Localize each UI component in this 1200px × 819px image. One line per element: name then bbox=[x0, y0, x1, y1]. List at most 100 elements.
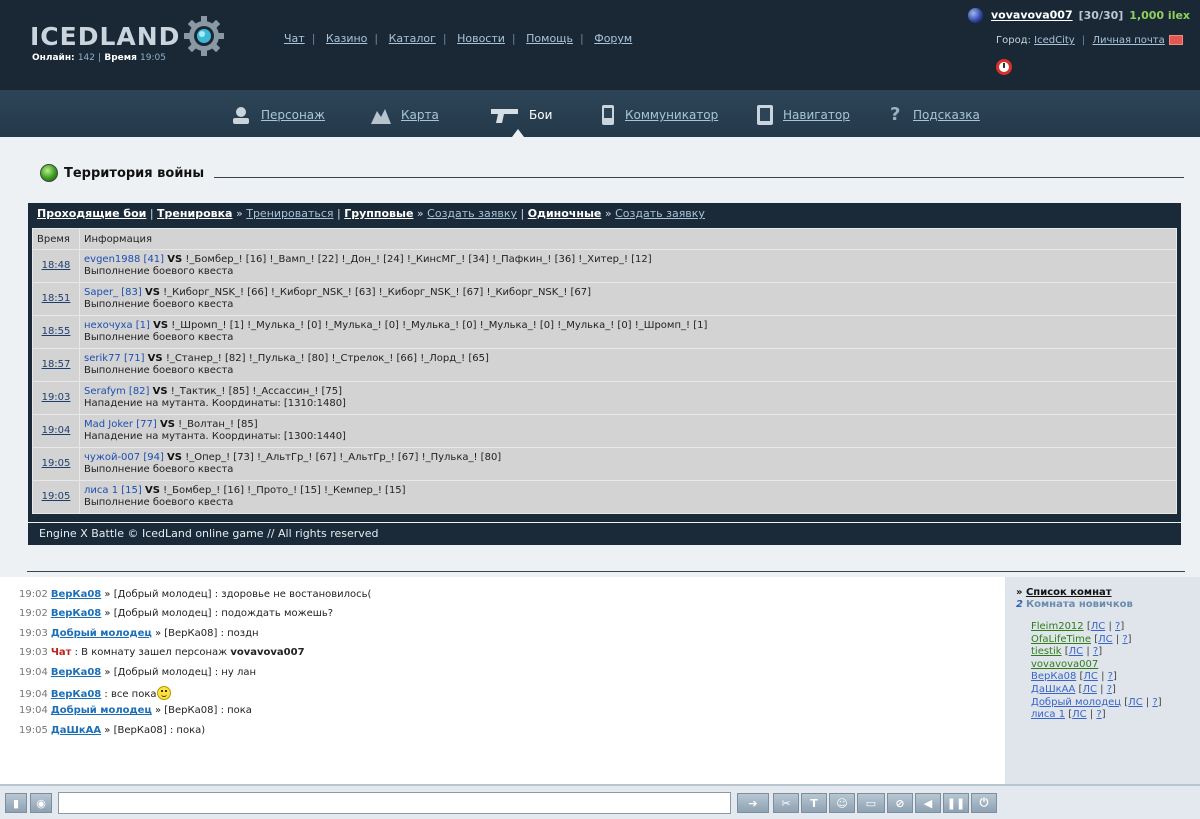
link-chat[interactable]: Чат bbox=[284, 32, 305, 45]
room-user-name[interactable]: OfaLifeTime bbox=[1031, 634, 1091, 645]
link-single-create[interactable]: Создать заявку bbox=[615, 207, 705, 220]
battle-time-link[interactable]: 18:57 bbox=[42, 359, 71, 370]
user-info-link[interactable]: ? bbox=[1122, 634, 1127, 645]
room-user: vovavova007 bbox=[1031, 659, 1200, 672]
battle-description: Выполнение боевого квеста bbox=[84, 365, 234, 376]
attacker[interactable]: чужой-007 [94] bbox=[84, 452, 164, 463]
battle-description: Нападение на мутанта. Координаты: [1310:… bbox=[84, 398, 346, 409]
private-message-link[interactable]: ЛС bbox=[1128, 697, 1143, 708]
link-news[interactable]: Новости bbox=[457, 32, 505, 45]
nav-navigator[interactable]: Навигатор bbox=[756, 104, 850, 126]
nav-character[interactable]: Персонаж bbox=[230, 104, 325, 126]
message-nick[interactable]: Добрый молодец bbox=[51, 628, 152, 639]
battle-time-link[interactable]: 18:51 bbox=[42, 293, 71, 304]
table-row: 19:05 лиса 1 [15] VS !_Бомбер_! [16] !_Пр… bbox=[32, 480, 1177, 514]
link-forum[interactable]: Форум bbox=[594, 32, 632, 45]
user-info-link[interactable]: ? bbox=[1096, 709, 1101, 720]
message-nick[interactable]: ВерКа08 bbox=[51, 667, 101, 678]
nav-help[interactable]: ? Подсказка bbox=[890, 104, 980, 126]
tab-training[interactable]: Тренировка bbox=[157, 207, 232, 220]
user-info-link[interactable]: ? bbox=[1107, 684, 1112, 695]
battle-info-cell: лиса 1 [15] VS !_Бомбер_! [16] !_Прото_!… bbox=[79, 480, 1177, 514]
message-nick[interactable]: ВерКа08 bbox=[51, 689, 101, 700]
link-group-create[interactable]: Создать заявку bbox=[427, 207, 517, 220]
battle-time-link[interactable]: 19:05 bbox=[42, 458, 71, 469]
room-user-name[interactable]: Fleim2012 bbox=[1031, 621, 1084, 632]
user-info-link[interactable]: ? bbox=[1115, 621, 1120, 632]
battle-time-cell: 19:05 bbox=[32, 480, 80, 514]
room-user-name[interactable]: vovavova007 bbox=[1031, 659, 1098, 670]
map-icon bbox=[371, 109, 391, 124]
nav-communicator[interactable]: Коммуникатор bbox=[600, 104, 718, 126]
user-info-link[interactable]: ? bbox=[1108, 671, 1113, 682]
translit-icon[interactable]: T bbox=[801, 793, 827, 813]
private-icon[interactable]: ◉ bbox=[30, 793, 52, 813]
nav-battles[interactable]: Бои bbox=[490, 104, 552, 126]
user-info-link[interactable]: ? bbox=[1093, 646, 1098, 657]
attacker[interactable]: Mad Joker [77] bbox=[84, 419, 157, 430]
private-message-link[interactable]: ЛС bbox=[1083, 671, 1098, 682]
nav-label: Коммуникатор bbox=[625, 108, 719, 122]
block-icon[interactable]: ⊘ bbox=[887, 793, 913, 813]
attacker[interactable]: serik77 [71] bbox=[84, 353, 144, 364]
user-info-icon[interactable]: ▮ bbox=[5, 793, 27, 813]
battle-time-link[interactable]: 18:55 bbox=[42, 326, 71, 337]
room-user-name[interactable]: ВерКа08 bbox=[1031, 671, 1076, 682]
power-icon[interactable]: ⏻ bbox=[971, 793, 997, 813]
send-icon[interactable]: ➔ bbox=[737, 793, 769, 813]
city-link[interactable]: IcedCity bbox=[1034, 35, 1075, 46]
scissors-icon[interactable]: ✂ bbox=[773, 793, 799, 813]
message-nick[interactable]: ВерКа08 bbox=[51, 589, 101, 600]
screen-icon[interactable]: ▭ bbox=[857, 793, 885, 813]
battle-time-link[interactable]: 18:48 bbox=[42, 260, 71, 271]
private-message-link[interactable]: ЛС bbox=[1098, 634, 1113, 645]
private-message-link[interactable]: ЛС bbox=[1072, 709, 1087, 720]
tab-single[interactable]: Одиночные bbox=[528, 207, 602, 220]
tab-group[interactable]: Групповые bbox=[344, 207, 413, 220]
chat-message-input[interactable] bbox=[58, 792, 731, 814]
private-message-link[interactable]: ЛС bbox=[1082, 684, 1097, 695]
attacker[interactable]: Saper_ [83] bbox=[84, 287, 142, 298]
room-user-name[interactable]: tiestik bbox=[1031, 646, 1062, 657]
user-location: Город: IcedCity | Личная почта bbox=[996, 35, 1183, 46]
nav-map[interactable]: Карта bbox=[370, 104, 439, 126]
room-user-name[interactable]: ДаШкАА bbox=[1031, 684, 1075, 695]
room-name: Комната новичков bbox=[1025, 599, 1133, 610]
message-nick[interactable]: Добрый молодец bbox=[51, 705, 152, 716]
attacker[interactable]: evgen1988 [41] bbox=[84, 254, 164, 265]
battle-time-link[interactable]: 19:03 bbox=[42, 392, 71, 403]
message-time: 19:02 bbox=[19, 608, 48, 620]
rooms-panel: » Список комнат 2 Комната новичков Fleim2… bbox=[1005, 577, 1200, 784]
vs-label: VS bbox=[159, 419, 175, 430]
username-link[interactable]: vovavova007 bbox=[991, 9, 1073, 22]
volume-icon[interactable]: ◀ bbox=[915, 793, 941, 813]
message-nick[interactable]: ДаШкАА bbox=[51, 725, 101, 736]
attacker[interactable]: нехочуха [1] bbox=[84, 320, 150, 331]
link-train[interactable]: Тренироваться bbox=[246, 207, 333, 220]
room-user-name[interactable]: Добрый молодец bbox=[1031, 697, 1121, 708]
private-message-link[interactable]: ЛС bbox=[1069, 646, 1084, 657]
user-info-link[interactable]: ? bbox=[1152, 697, 1157, 708]
chat-message: 19:04 ВерКа08 » [Добрый молодец] : ну лан bbox=[19, 667, 1005, 686]
link-catalog[interactable]: Каталог bbox=[389, 32, 436, 45]
tab-current-battles[interactable]: Проходящие бои bbox=[37, 207, 146, 220]
battle-time-link[interactable]: 19:04 bbox=[42, 425, 71, 436]
room-number: 2 bbox=[1016, 599, 1023, 610]
room-user-name[interactable]: лиса 1 bbox=[1031, 709, 1065, 720]
clock-icon[interactable] bbox=[996, 59, 1012, 75]
attacker[interactable]: Serafym [82] bbox=[84, 386, 149, 397]
smiles-icon[interactable]: ☺ bbox=[829, 793, 855, 813]
link-help[interactable]: Помощь bbox=[526, 32, 573, 45]
nav-label: Навигатор bbox=[783, 108, 850, 122]
pause-icon[interactable]: ❚❚ bbox=[943, 793, 969, 813]
private-message-link[interactable]: ЛС bbox=[1091, 621, 1106, 632]
mail-link[interactable]: Личная почта bbox=[1092, 35, 1164, 46]
battle-time-link[interactable]: 19:05 bbox=[42, 491, 71, 502]
rooms-list-link[interactable]: Список комнат bbox=[1026, 587, 1112, 598]
logo[interactable]: ICEDLAND bbox=[30, 14, 226, 58]
battle-info-cell: нехочуха [1] VS !_Шромп_! [1] !_Мулька_!… bbox=[79, 315, 1177, 349]
link-casino[interactable]: Казино bbox=[326, 32, 367, 45]
message-nick[interactable]: ВерКа08 bbox=[51, 608, 101, 619]
mail-icon[interactable] bbox=[1168, 35, 1183, 45]
attacker[interactable]: лиса 1 [15] bbox=[84, 485, 142, 496]
